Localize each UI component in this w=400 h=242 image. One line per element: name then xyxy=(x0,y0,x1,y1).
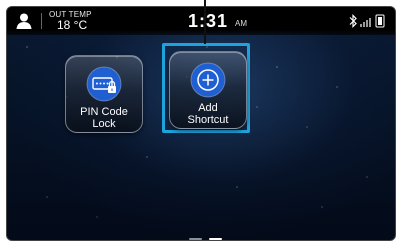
head-unit-screen: OUT TEMP 18 °C 1:31 AM PIN Code Lock Add… xyxy=(6,6,396,241)
status-bar: OUT TEMP 18 °C 1:31 AM xyxy=(7,7,395,35)
add-shortcut-button[interactable]: Add Shortcut xyxy=(169,51,247,129)
page-indicator-1[interactable] xyxy=(189,238,202,240)
bluetooth-icon xyxy=(349,14,357,28)
clock-ampm: AM xyxy=(235,19,247,28)
pin-code-lock-label: PIN Code Lock xyxy=(66,106,142,130)
user-icon[interactable] xyxy=(15,12,33,30)
add-shortcut-label-line1: Add xyxy=(198,102,218,114)
clock-time: 1:31 xyxy=(188,11,229,31)
callout-line xyxy=(204,0,206,44)
outside-temp-value: 18 °C xyxy=(57,18,88,32)
page-indicator-2-active[interactable] xyxy=(209,238,222,240)
pin-code-lock-label-line1: PIN Code xyxy=(80,106,128,118)
add-shortcut-label-line2: Shortcut xyxy=(187,114,229,126)
status-icons xyxy=(349,14,385,28)
page-indicator xyxy=(189,238,229,240)
battery-icon xyxy=(375,14,385,28)
add-shortcut-label: Add Shortcut xyxy=(170,102,246,126)
signal-icon xyxy=(360,18,371,27)
pin-code-lock-label-line2: Lock xyxy=(92,118,116,130)
pin-code-lock-icon xyxy=(86,66,122,102)
add-plus-icon xyxy=(190,62,226,98)
status-divider xyxy=(41,13,42,29)
pin-code-lock-button[interactable]: PIN Code Lock xyxy=(65,55,143,133)
